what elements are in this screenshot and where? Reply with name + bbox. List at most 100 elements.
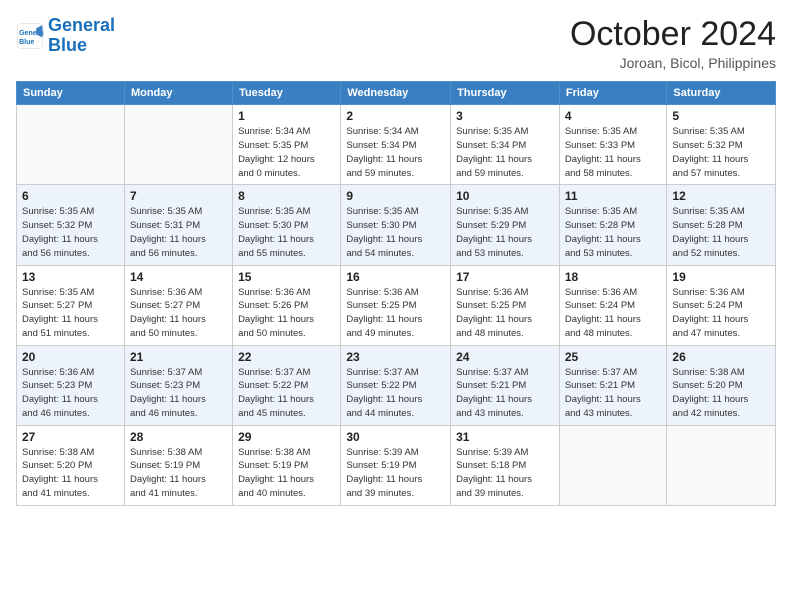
day-info: Sunrise: 5:34 AM Sunset: 5:35 PM Dayligh…	[238, 125, 335, 180]
table-row: 13 Sunrise: 5:35 AM Sunset: 5:27 PM Dayli…	[17, 265, 125, 345]
week-row-5: 27 Sunrise: 5:38 AM Sunset: 5:20 PM Dayli…	[17, 425, 776, 505]
table-row	[124, 105, 232, 185]
month-title: October 2024	[570, 16, 776, 53]
day-info: Sunrise: 5:35 AM Sunset: 5:28 PM Dayligh…	[565, 205, 662, 260]
logo-text: GeneralBlue	[48, 16, 115, 56]
week-row-1: 1 Sunrise: 5:34 AM Sunset: 5:35 PM Daylig…	[17, 105, 776, 185]
table-row: 22 Sunrise: 5:37 AM Sunset: 5:22 PM Dayli…	[233, 345, 341, 425]
svg-text:Blue: Blue	[19, 39, 34, 46]
table-row: 3Sunrise: 5:35 AM Sunset: 5:34 PM Daylig…	[451, 105, 560, 185]
day-info: Sunrise: 5:35 AM Sunset: 5:32 PM Dayligh…	[22, 205, 119, 260]
day-number: 29	[238, 430, 335, 444]
col-thursday: Thursday	[451, 82, 560, 105]
table-row: 8Sunrise: 5:35 AM Sunset: 5:30 PM Daylig…	[233, 185, 341, 265]
day-info: Sunrise: 5:38 AM Sunset: 5:19 PM Dayligh…	[130, 446, 227, 501]
table-row: 24 Sunrise: 5:37 AM Sunset: 5:21 PM Dayli…	[451, 345, 560, 425]
day-number: 4	[565, 109, 662, 123]
table-row: 23Sunrise: 5:37 AM Sunset: 5:22 PM Dayli…	[341, 345, 451, 425]
day-number: 24	[456, 350, 554, 364]
day-info: Sunrise: 5:34 AM Sunset: 5:34 PM Dayligh…	[346, 125, 445, 180]
table-row: 29 Sunrise: 5:38 AM Sunset: 5:19 PM Dayli…	[233, 425, 341, 505]
day-info: Sunrise: 5:38 AM Sunset: 5:20 PM Dayligh…	[672, 366, 770, 421]
day-info: Sunrise: 5:35 AM Sunset: 5:33 PM Dayligh…	[565, 125, 662, 180]
title-block: October 2024 Joroan, Bicol, Philippines	[570, 16, 776, 71]
day-info: Sunrise: 5:37 AM Sunset: 5:23 PM Dayligh…	[130, 366, 227, 421]
table-row	[667, 425, 776, 505]
page: General Blue GeneralBlue October 2024 Jo…	[0, 0, 792, 612]
day-number: 25	[565, 350, 662, 364]
day-info: Sunrise: 5:36 AM Sunset: 5:25 PM Dayligh…	[456, 286, 554, 341]
week-row-3: 13 Sunrise: 5:35 AM Sunset: 5:27 PM Dayli…	[17, 265, 776, 345]
day-number: 13	[22, 270, 119, 284]
table-row: 21Sunrise: 5:37 AM Sunset: 5:23 PM Dayli…	[124, 345, 232, 425]
day-info: Sunrise: 5:35 AM Sunset: 5:31 PM Dayligh…	[130, 205, 227, 260]
col-monday: Monday	[124, 82, 232, 105]
day-number: 22	[238, 350, 335, 364]
col-wednesday: Wednesday	[341, 82, 451, 105]
week-row-4: 20 Sunrise: 5:36 AM Sunset: 5:23 PM Dayli…	[17, 345, 776, 425]
day-number: 9	[346, 189, 445, 203]
day-info: Sunrise: 5:36 AM Sunset: 5:23 PM Dayligh…	[22, 366, 119, 421]
day-info: Sunrise: 5:35 AM Sunset: 5:30 PM Dayligh…	[346, 205, 445, 260]
table-row: 9 Sunrise: 5:35 AM Sunset: 5:30 PM Daylig…	[341, 185, 451, 265]
day-info: Sunrise: 5:35 AM Sunset: 5:34 PM Dayligh…	[456, 125, 554, 180]
day-number: 19	[672, 270, 770, 284]
col-friday: Friday	[559, 82, 667, 105]
day-info: Sunrise: 5:36 AM Sunset: 5:24 PM Dayligh…	[565, 286, 662, 341]
day-info: Sunrise: 5:38 AM Sunset: 5:19 PM Dayligh…	[238, 446, 335, 501]
table-row: 27 Sunrise: 5:38 AM Sunset: 5:20 PM Dayli…	[17, 425, 125, 505]
table-row: 4 Sunrise: 5:35 AM Sunset: 5:33 PM Daylig…	[559, 105, 667, 185]
table-row: 17 Sunrise: 5:36 AM Sunset: 5:25 PM Dayli…	[451, 265, 560, 345]
day-number: 26	[672, 350, 770, 364]
table-row	[559, 425, 667, 505]
day-number: 15	[238, 270, 335, 284]
table-row: 26 Sunrise: 5:38 AM Sunset: 5:20 PM Dayli…	[667, 345, 776, 425]
table-row: 28 Sunrise: 5:38 AM Sunset: 5:19 PM Dayli…	[124, 425, 232, 505]
day-number: 23	[346, 350, 445, 364]
day-info: Sunrise: 5:36 AM Sunset: 5:27 PM Dayligh…	[130, 286, 227, 341]
day-number: 6	[22, 189, 119, 203]
day-number: 14	[130, 270, 227, 284]
day-number: 20	[22, 350, 119, 364]
logo: General Blue GeneralBlue	[16, 16, 115, 56]
table-row: 10Sunrise: 5:35 AM Sunset: 5:29 PM Dayli…	[451, 185, 560, 265]
day-info: Sunrise: 5:39 AM Sunset: 5:18 PM Dayligh…	[456, 446, 554, 501]
table-row: 14 Sunrise: 5:36 AM Sunset: 5:27 PM Dayli…	[124, 265, 232, 345]
day-info: Sunrise: 5:37 AM Sunset: 5:21 PM Dayligh…	[456, 366, 554, 421]
table-row: 7 Sunrise: 5:35 AM Sunset: 5:31 PM Daylig…	[124, 185, 232, 265]
table-row: 2Sunrise: 5:34 AM Sunset: 5:34 PM Daylig…	[341, 105, 451, 185]
day-number: 28	[130, 430, 227, 444]
table-row: 18 Sunrise: 5:36 AM Sunset: 5:24 PM Dayli…	[559, 265, 667, 345]
day-info: Sunrise: 5:36 AM Sunset: 5:24 PM Dayligh…	[672, 286, 770, 341]
day-number: 8	[238, 189, 335, 203]
day-info: Sunrise: 5:35 AM Sunset: 5:32 PM Dayligh…	[672, 125, 770, 180]
day-info: Sunrise: 5:35 AM Sunset: 5:27 PM Dayligh…	[22, 286, 119, 341]
table-row: 19 Sunrise: 5:36 AM Sunset: 5:24 PM Dayli…	[667, 265, 776, 345]
day-info: Sunrise: 5:38 AM Sunset: 5:20 PM Dayligh…	[22, 446, 119, 501]
day-info: Sunrise: 5:35 AM Sunset: 5:28 PM Dayligh…	[672, 205, 770, 260]
day-number: 7	[130, 189, 227, 203]
day-number: 27	[22, 430, 119, 444]
week-row-2: 6 Sunrise: 5:35 AM Sunset: 5:32 PM Daylig…	[17, 185, 776, 265]
day-number: 5	[672, 109, 770, 123]
col-sunday: Sunday	[17, 82, 125, 105]
day-number: 11	[565, 189, 662, 203]
location-title: Joroan, Bicol, Philippines	[570, 55, 776, 71]
day-info: Sunrise: 5:36 AM Sunset: 5:25 PM Dayligh…	[346, 286, 445, 341]
table-row: 6 Sunrise: 5:35 AM Sunset: 5:32 PM Daylig…	[17, 185, 125, 265]
day-info: Sunrise: 5:37 AM Sunset: 5:22 PM Dayligh…	[238, 366, 335, 421]
table-row: 30Sunrise: 5:39 AM Sunset: 5:19 PM Dayli…	[341, 425, 451, 505]
day-number: 31	[456, 430, 554, 444]
table-row: 20 Sunrise: 5:36 AM Sunset: 5:23 PM Dayli…	[17, 345, 125, 425]
day-number: 16	[346, 270, 445, 284]
calendar-table: Sunday Monday Tuesday Wednesday Thursday…	[16, 81, 776, 505]
day-number: 17	[456, 270, 554, 284]
day-info: Sunrise: 5:35 AM Sunset: 5:29 PM Dayligh…	[456, 205, 554, 260]
table-row: 15Sunrise: 5:36 AM Sunset: 5:26 PM Dayli…	[233, 265, 341, 345]
day-number: 1	[238, 109, 335, 123]
table-row: 5 Sunrise: 5:35 AM Sunset: 5:32 PM Daylig…	[667, 105, 776, 185]
calendar-header-row: Sunday Monday Tuesday Wednesday Thursday…	[17, 82, 776, 105]
day-number: 18	[565, 270, 662, 284]
day-info: Sunrise: 5:39 AM Sunset: 5:19 PM Dayligh…	[346, 446, 445, 501]
table-row: 12Sunrise: 5:35 AM Sunset: 5:28 PM Dayli…	[667, 185, 776, 265]
